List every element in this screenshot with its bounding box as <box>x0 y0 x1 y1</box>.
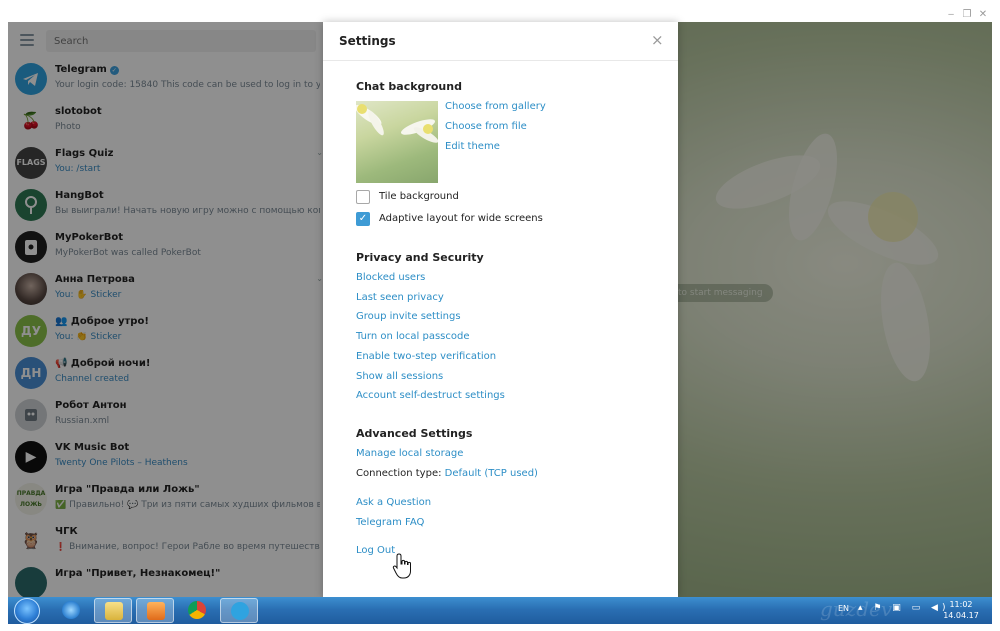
media-player-icon <box>147 602 165 620</box>
clock-date[interactable]: 14.04.17 <box>942 611 980 620</box>
taskbar-explorer[interactable] <box>94 598 132 623</box>
minimize-button[interactable]: ‒ <box>944 8 958 22</box>
last-seen-privacy-link[interactable]: Last seen privacy <box>356 292 444 303</box>
connection-type-link[interactable]: Default (TCP used) <box>445 468 538 479</box>
choose-from-file-link[interactable]: Choose from file <box>445 121 527 132</box>
start-button[interactable] <box>14 598 40 624</box>
close-icon[interactable]: × <box>651 33 664 48</box>
folder-icon <box>105 602 123 620</box>
tile-background-checkbox[interactable] <box>356 190 370 204</box>
hand-cursor-icon <box>392 553 411 579</box>
group-invite-settings-link[interactable]: Group invite settings <box>356 311 461 322</box>
adaptive-layout-checkbox[interactable]: ✓ <box>356 212 370 226</box>
telegram-faq-link[interactable]: Telegram FAQ <box>356 517 424 528</box>
taskbar-telegram[interactable] <box>220 598 258 623</box>
ask-a-question-link[interactable]: Ask a Question <box>356 497 431 508</box>
clock-time[interactable]: 11:02 <box>946 600 976 609</box>
taskbar-media-player[interactable] <box>136 598 174 623</box>
connection-type-row: Connection type: Default (TCP used) <box>356 468 538 479</box>
close-window-button[interactable]: ✕ <box>976 8 990 22</box>
taskbar-ie[interactable] <box>52 598 90 623</box>
desktop: ‒ ❐ ✕ Telegram✓ Your login code: 15840 T… <box>0 0 1000 631</box>
edit-theme-link[interactable]: Edit theme <box>445 141 500 152</box>
window-titlebar: ‒ ❐ ✕ <box>8 8 992 22</box>
log-out-link[interactable]: Log Out <box>356 545 395 556</box>
telegram-icon <box>231 602 249 620</box>
watermark-logo: guzdev <box>820 597 893 621</box>
internet-explorer-icon <box>62 601 80 619</box>
manage-local-storage-link[interactable]: Manage local storage <box>356 448 463 459</box>
connection-type-label: Connection type: <box>356 468 442 479</box>
check-icon: ✓ <box>358 213 368 224</box>
dialog-title: Settings <box>339 34 396 48</box>
settings-dialog: Settings × Chat background Choose from g… <box>323 22 678 597</box>
divider <box>323 60 678 61</box>
background-thumbnail[interactable] <box>356 101 438 183</box>
account-self-destruct-link[interactable]: Account self-destruct settings <box>356 390 505 401</box>
show-all-sessions-link[interactable]: Show all sessions <box>356 371 443 382</box>
section-chat-background: Chat background <box>356 80 462 93</box>
choose-from-gallery-link[interactable]: Choose from gallery <box>445 101 546 112</box>
local-passcode-link[interactable]: Turn on local passcode <box>356 331 470 342</box>
two-step-verification-link[interactable]: Enable two-step verification <box>356 351 496 362</box>
section-privacy: Privacy and Security <box>356 251 484 264</box>
chrome-icon <box>188 601 206 619</box>
adaptive-layout-label: Adaptive layout for wide screens <box>379 213 543 224</box>
restore-button[interactable]: ❐ <box>960 8 974 22</box>
blocked-users-link[interactable]: Blocked users <box>356 272 425 283</box>
section-advanced: Advanced Settings <box>356 427 473 440</box>
tile-background-label: Tile background <box>379 191 459 202</box>
taskbar-chrome[interactable] <box>178 598 216 623</box>
